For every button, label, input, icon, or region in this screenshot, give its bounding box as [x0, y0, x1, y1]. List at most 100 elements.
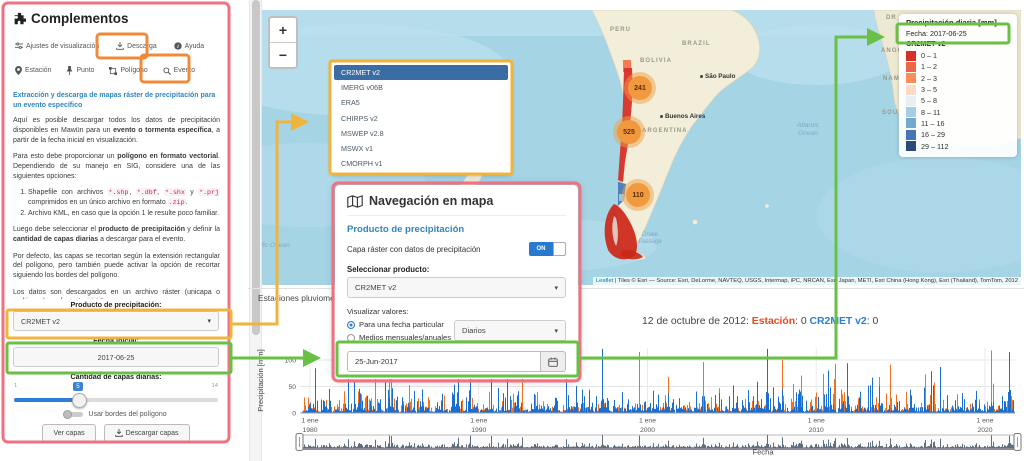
- subtab-punto[interactable]: Punto: [66, 66, 94, 75]
- dropdown-option[interactable]: IMERG v06B: [334, 80, 508, 95]
- paragraph: Los datos son descargados en un archivo …: [13, 288, 220, 300]
- country-label-brazil: BRAZIL: [682, 41, 711, 47]
- radio-selected-icon: [347, 321, 355, 329]
- legend-date: Fecha: 2017-06-25: [906, 29, 1010, 38]
- slider-fill: [14, 398, 79, 402]
- slider-thumb[interactable]: [72, 393, 87, 408]
- dialog-product-select[interactable]: CR2MET v2 ▾: [347, 277, 566, 298]
- legend-swatch: [906, 118, 916, 128]
- legend-row: 11 – 16: [906, 118, 1010, 129]
- slider-track[interactable]: [14, 398, 218, 402]
- caret-down-icon: ▾: [554, 327, 558, 335]
- caret-down-icon: ▾: [207, 317, 211, 325]
- daily-layers-slider[interactable]: 1 14 5: [14, 383, 218, 407]
- legend-row: 3 – 5: [906, 84, 1010, 95]
- calendar-button[interactable]: [541, 351, 566, 372]
- svg-text:1980: 1980: [302, 427, 317, 434]
- evento-help-text: Extracción y descarga de mapas ráster de…: [13, 89, 220, 299]
- dropdown-option[interactable]: MSWEP v2.8: [334, 126, 508, 141]
- legend-swatch: [906, 85, 916, 95]
- bordes-toggle[interactable]: [65, 412, 83, 417]
- dropdown-option[interactable]: CMORPH v1: [334, 156, 508, 171]
- subtab-estacion[interactable]: Estación: [15, 66, 51, 75]
- paragraph: Luego debe seleccionar el producto de pr…: [13, 225, 220, 244]
- slider-value-bubble: 5: [73, 382, 82, 391]
- zoom-in-button[interactable]: +: [270, 18, 296, 42]
- slider-max: 14: [212, 383, 218, 389]
- fecha-input[interactable]: 2017-06-25: [13, 347, 219, 367]
- legend-range: 11 – 16: [921, 119, 944, 128]
- panel-subtabs: Estación Punto Polígono Evento: [15, 66, 223, 75]
- calendar-icon: [548, 357, 558, 367]
- bordes-label: Usar bordes del polígono: [88, 411, 166, 418]
- options-list: Shapefile con archivos *.shp, *.dbf, *.s…: [13, 188, 220, 218]
- legend-range: 8 – 11: [921, 108, 940, 117]
- puzzle-icon: [13, 12, 26, 25]
- legend-swatch: [906, 141, 916, 151]
- product-dropdown-list: CR2MET v2 IMERG v06B ERA5 CHIRPS v2 MSWE…: [331, 62, 511, 174]
- paragraph: Aquí es posible descargar todos los dato…: [13, 116, 220, 145]
- ocean-label-pacific: Pacific Ocean: [262, 242, 290, 250]
- svg-text:Precipitación [mm]: Precipitación [mm]: [256, 349, 265, 411]
- svg-text:1 ene: 1 ene: [639, 418, 656, 425]
- subtab-evento[interactable]: Evento: [163, 66, 195, 75]
- search-icon: [163, 67, 171, 75]
- date-picker-group: [347, 351, 566, 372]
- tab-descarga[interactable]: Descarga: [116, 42, 157, 50]
- subtab-poligono[interactable]: Polígono: [109, 66, 147, 75]
- tab-ayuda[interactable]: i Ayuda: [174, 42, 204, 50]
- dialog-section-title: Producto de precipitación: [347, 224, 566, 235]
- date-input[interactable]: [347, 351, 541, 372]
- city-label-buenos-aires: Buenos Aires: [660, 113, 705, 120]
- producto-label: Producto de precipitación:: [13, 300, 219, 309]
- dropdown-option[interactable]: ERA5: [334, 95, 508, 110]
- panel-title: Complementos: [13, 11, 129, 26]
- dialog-title: Navegación en mapa: [347, 194, 566, 216]
- chart-hover-title: 12 de octubre de 2012: Estación: 0 CR2ME…: [642, 316, 878, 327]
- mawun-app: Complementos Ajustes de visualización De…: [0, 0, 1024, 461]
- map-navigation-dialog: Navegación en mapa Producto de precipita…: [335, 185, 578, 379]
- producto-select[interactable]: CR2MET v2 ▾: [13, 311, 219, 331]
- raster-layer-toggle[interactable]: ON: [529, 242, 566, 256]
- station-cluster-marker[interactable]: 525: [617, 120, 641, 144]
- toggle-knob: [553, 242, 566, 256]
- map-attribution: Leaflet | Tiles © Esri — Source: Esri, D…: [593, 277, 1021, 285]
- complementos-panel: Complementos Ajustes de visualización De…: [3, 3, 229, 443]
- slider-min: 1: [14, 383, 17, 389]
- radio-fecha-particular[interactable]: Para una fecha particular: [347, 320, 451, 329]
- ver-capas-button[interactable]: Ver capas: [42, 424, 95, 442]
- leaflet-link[interactable]: Leaflet: [596, 278, 613, 284]
- zoom-out-button[interactable]: −: [270, 42, 296, 67]
- toggle-on-label: ON: [529, 242, 553, 256]
- caret-down-icon: ▾: [554, 284, 558, 292]
- station-cluster-marker[interactable]: 110: [626, 183, 650, 207]
- legend-row: 1 – 2: [906, 61, 1010, 72]
- bordes-row: Usar bordes del polígono: [13, 411, 219, 418]
- legend-title: Precipitación diaria [mm]: [906, 18, 1010, 27]
- station-cluster-marker[interactable]: 241: [628, 76, 652, 100]
- country-label-peru: PERU: [610, 27, 631, 33]
- evento-heading: Extracción y descarga de mapas ráster de…: [13, 91, 220, 110]
- panel-tabs: Ajustes de visualización Descarga i Ayud…: [15, 42, 223, 50]
- descargar-capas-button[interactable]: Descargar capas: [104, 424, 190, 442]
- svg-text:1 ene: 1 ene: [976, 418, 993, 425]
- svg-text:100: 100: [285, 358, 297, 365]
- dropdown-option[interactable]: MSWX v1: [334, 141, 508, 156]
- sliders-icon: [15, 42, 23, 50]
- radio-unselected-icon: [347, 334, 355, 342]
- svg-text:1 ene: 1 ene: [301, 418, 318, 425]
- legend-range: 5 – 8: [921, 96, 937, 105]
- frequency-select[interactable]: Diarios ▾: [454, 320, 566, 341]
- dropdown-option[interactable]: CHIRPS v2: [334, 111, 508, 126]
- scrollbar-thumb[interactable]: [252, 0, 260, 335]
- legend-swatch: [906, 96, 916, 106]
- precipitation-legend: Precipitación diaria [mm] Fecha: 2017-06…: [899, 14, 1017, 157]
- city-label-sao-paulo: São Paulo: [700, 73, 735, 80]
- legend-row: 8 – 11: [906, 106, 1010, 117]
- raster-layer-label: Capa ráster con datos de precipitación: [347, 245, 481, 254]
- svg-text:Fecha: Fecha: [752, 448, 774, 457]
- tab-ajustes[interactable]: Ajustes de visualización: [15, 42, 99, 50]
- dropdown-option[interactable]: CR2MET v2: [334, 65, 508, 80]
- legend-swatch: [906, 130, 916, 140]
- radio-medios[interactable]: Medios mensuales/anuales: [347, 333, 451, 342]
